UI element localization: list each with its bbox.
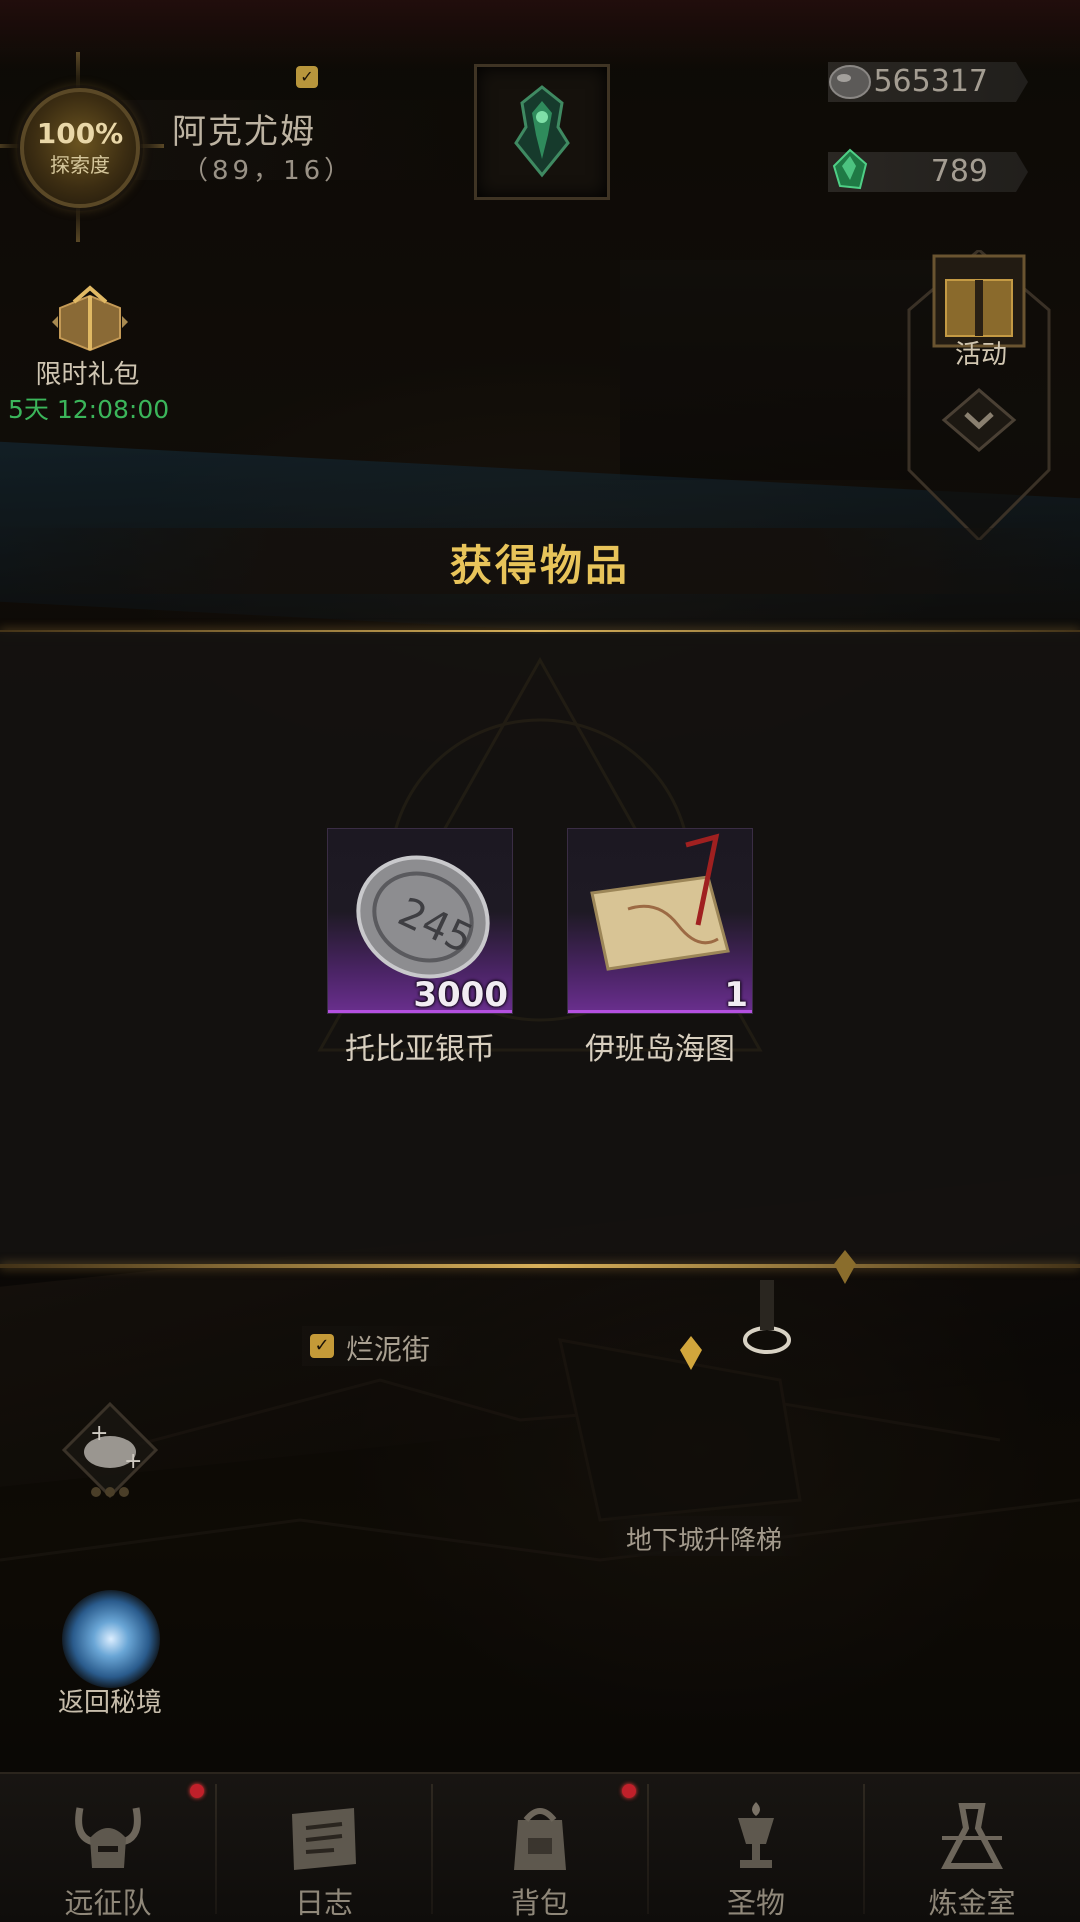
alchemy-icon [941,1803,1003,1869]
item-name: 伊班岛海图 [585,1032,735,1067]
top-ornament [0,0,1080,70]
map-marker-icon[interactable] [834,1250,856,1284]
item-count: 1 [724,975,748,1015]
notification-dot [190,1784,204,1798]
check-icon: ✓ [310,1334,334,1358]
journal-scroll-icon [292,1808,356,1870]
item-name: 托比亚银币 [345,1032,495,1067]
location-coords: （89，16） [182,156,355,186]
nav-label: 日志 [294,1886,353,1920]
horned-helmet-icon [75,1807,141,1868]
notification-dot [622,1784,636,1798]
street-location-label[interactable]: 烂泥街 [346,1328,430,1368]
backpack-icon [514,1808,566,1870]
nav-label: 远征队 [64,1886,152,1920]
relic-chalice-icon [738,1802,774,1868]
svg-text:+: + [124,1449,142,1474]
nav-item-expedition[interactable]: 远征队 [0,1774,216,1922]
item-frame: 245 3000 [327,828,513,1015]
item-count: 3000 [413,975,508,1015]
map-marker-icon[interactable] [680,1336,702,1370]
svg-text:+: + [90,1421,108,1446]
nav-label: 炼金室 [928,1886,1016,1920]
bottom-navigation: 远征队 日志 背包 圣物 炼金室 [0,1772,1080,1922]
nav-item-backpack[interactable]: 背包 [432,1774,648,1922]
item-frame: 1 [567,828,753,1015]
silver-currency-value: 565317 [873,64,988,99]
gift-timer: 5天 12:08:00 [8,395,170,424]
faction-emblem-button[interactable] [474,64,610,200]
exploration-percent: 100% [36,116,124,150]
limited-gift-label[interactable]: 限时礼包 [0,354,175,391]
nav-item-alchemy[interactable]: 炼金室 [864,1774,1080,1922]
nav-item-journal[interactable]: 日志 [216,1774,432,1922]
gem-currency-value: 789 [930,154,988,189]
nav-label: 圣物 [726,1886,785,1920]
modal-title: 获得物品 [449,541,630,590]
exploration-label: 探索度 [50,152,110,177]
expand-chevron-button[interactable] [944,390,1014,460]
silver-ore-icon [829,65,871,99]
heal-potion-icon[interactable]: + + [60,1400,160,1500]
dungeon-elevator-label[interactable]: 地下城升降梯 [604,1520,804,1557]
green-gem-icon [832,148,868,190]
nav-item-relic[interactable]: 圣物 [648,1774,864,1922]
reward-item[interactable]: 245 3000 托比亚银币 [327,828,513,1068]
nav-label: 背包 [510,1886,569,1920]
return-portal-label[interactable]: 返回秘境 [30,1682,190,1719]
activity-label[interactable]: 活动 [955,334,1007,371]
vortex-portal-icon[interactable] [62,1590,160,1688]
gift-box-icon[interactable] [50,272,130,352]
lamp-icon[interactable] [740,1270,794,1356]
location-name: 阿克尤姆 [172,112,316,152]
exploration-gauge[interactable]: 100% 探索度 [0,52,164,242]
reward-item[interactable]: 1 伊班岛海图 [567,828,753,1068]
green-crest-icon [514,85,570,178]
modal-bottom-divider [0,1264,1080,1268]
check-icon: ✓ [296,66,318,88]
